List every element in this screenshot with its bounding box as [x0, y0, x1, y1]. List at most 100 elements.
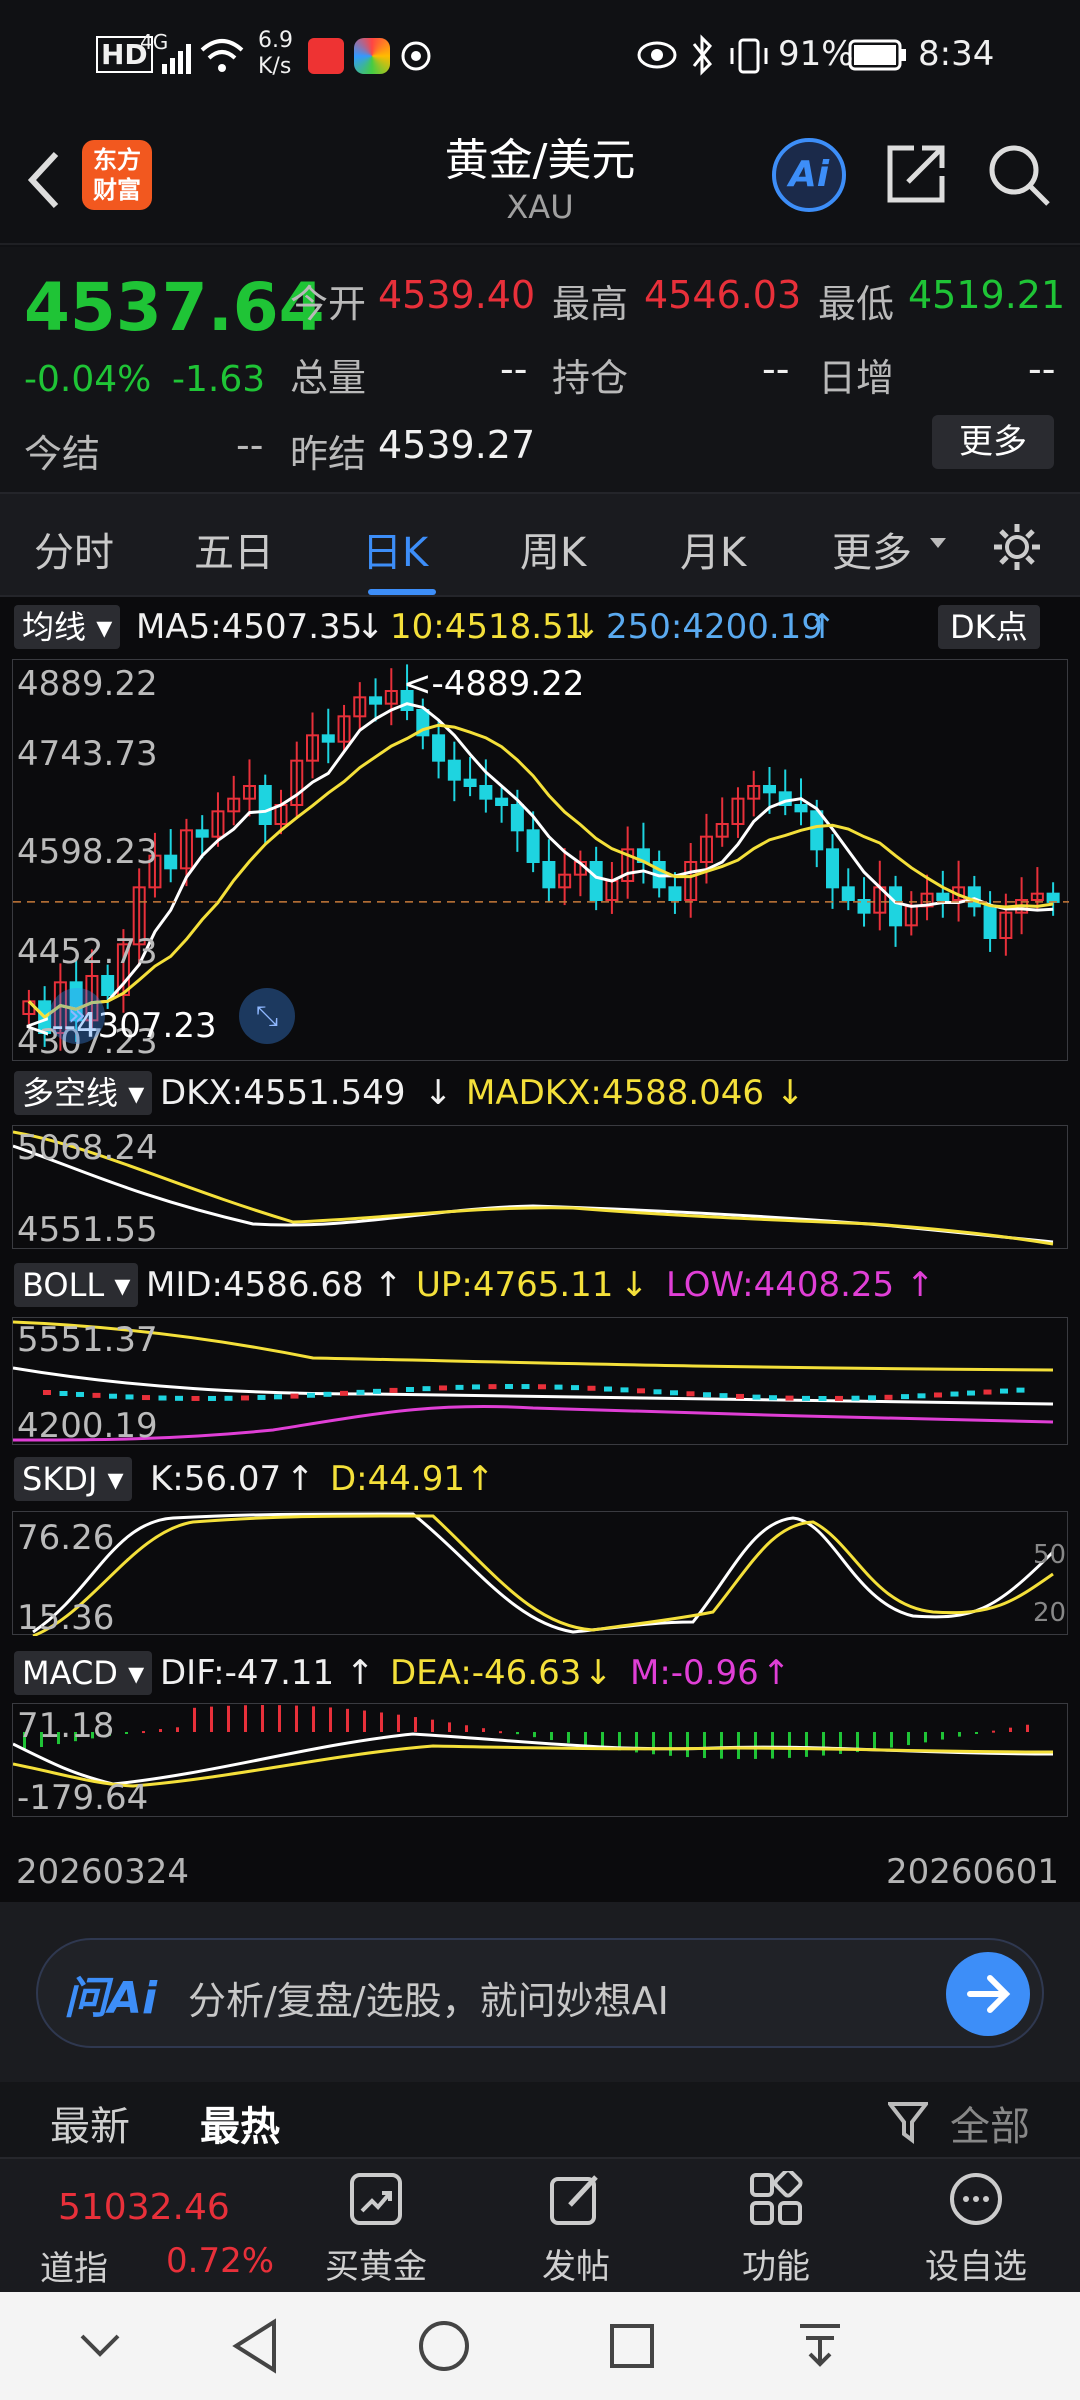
macd-chart — [13, 1705, 1054, 1788]
chevron-down-icon[interactable] — [78, 2326, 122, 2366]
skdj-ref-50: 50 — [1033, 1540, 1067, 1570]
last-price: 4537.64 — [24, 269, 325, 346]
add-watchlist-button[interactable]: 设自选 — [876, 2159, 1076, 2294]
search-icon[interactable] — [986, 142, 1052, 208]
open-label: 今开 — [290, 282, 367, 326]
boll-up-value: UP:4765.11 — [416, 1265, 614, 1305]
tab-more[interactable]: 更多 — [832, 520, 912, 578]
post-label: 发帖 — [542, 2247, 610, 2287]
filter-icon[interactable] — [888, 2100, 928, 2144]
ai-search-input[interactable]: 问Ai 分析/复盘/选股，就问妙想AI — [36, 1938, 1044, 2048]
kline-y-label-0: 4889.22 — [17, 664, 158, 704]
bottom-toolbar: 51032.46 道指 0.72% 买黄金 发帖 功能 设自选 — [0, 2157, 1080, 2292]
tab-monthly-k[interactable]: 月K — [680, 520, 746, 578]
edit-icon — [550, 2175, 598, 2225]
more-quote-button[interactable]: 更多 — [932, 415, 1054, 469]
boll-chart — [13, 1320, 1054, 1442]
macd-m-arrow: ↑ — [762, 1653, 791, 1693]
ma5-value: MA5:4507.35 — [136, 607, 363, 647]
filter-all-label[interactable]: 全部 — [950, 2094, 1030, 2152]
dkx-y-top: 5068.24 — [17, 1128, 158, 1168]
signal-icon — [162, 44, 191, 74]
ai-assistant-button[interactable]: Ai — [772, 138, 846, 212]
hotspot-icon — [401, 41, 431, 71]
high-label: 最高 — [552, 282, 629, 326]
app-icon — [354, 38, 390, 74]
kline-y-label-3: 4452.73 — [17, 932, 158, 972]
gear-icon[interactable] — [990, 520, 1044, 574]
net-speed-value: 6.9 — [258, 28, 293, 53]
ai-send-button[interactable] — [946, 1952, 1030, 2036]
clock: 8:34 — [918, 34, 995, 74]
period-tabs: 分时 五日 日K 周K 月K 更多 — [0, 492, 1080, 597]
buy-gold-label: 买黄金 — [325, 2247, 427, 2287]
settle-value: -- — [236, 423, 264, 467]
skdj-d-value: D:44.91 — [330, 1459, 465, 1499]
skdj-selector[interactable]: SKDJ ▾ — [14, 1457, 132, 1501]
candlestick-chart[interactable] — [13, 660, 1069, 1062]
tab-daily-k[interactable]: 日K — [362, 520, 428, 578]
app-header: 东方 财富 黄金/美元 XAU Ai — [0, 110, 1080, 245]
max-price-marker: <-4889.22 — [403, 664, 585, 704]
chart-up-icon — [350, 2173, 402, 2225]
skdj-d-arrow: ↑ — [466, 1459, 495, 1499]
share-icon[interactable] — [884, 142, 948, 206]
post-button[interactable]: 发帖 — [476, 2159, 676, 2294]
settle-label: 今结 — [24, 432, 101, 476]
index-name: 道指 — [40, 2249, 108, 2289]
skdj-y-top: 76.26 — [17, 1518, 115, 1558]
vibrate-icon — [730, 38, 768, 74]
eye-icon — [637, 41, 677, 69]
boll-low-arrow: ↑ — [906, 1265, 935, 1305]
ai-brand-label: 问Ai — [64, 1973, 158, 2024]
macd-indicator-row: MACD ▾ DIF:-47.11 ↑ DEA:-46.63 ↓ M:-0.96… — [0, 1649, 1080, 1697]
toutiao-app-icon — [308, 38, 344, 74]
functions-label: 功能 — [742, 2247, 810, 2287]
tab-latest[interactable]: 最新 — [50, 2094, 130, 2152]
dkx-y-bottom: 4551.55 — [17, 1210, 158, 1250]
system-nav-bar — [0, 2292, 1080, 2400]
buy-gold-button[interactable]: 买黄金 — [276, 2159, 476, 2294]
skdj-k-value: K:56.07 — [150, 1459, 282, 1499]
ma5-arrow: ↓ — [356, 607, 385, 647]
ma250-arrow: ↑ — [808, 607, 837, 647]
recents-square-icon[interactable] — [608, 2322, 656, 2370]
macd-selector[interactable]: MACD ▾ — [14, 1651, 153, 1695]
ma-selector[interactable]: 均线 ▾ — [14, 605, 121, 649]
index-ticker[interactable]: 51032.46 道指 0.72% — [0, 2159, 280, 2294]
prev-settle-label: 昨结 — [290, 432, 367, 476]
change-percent: -0.04% — [24, 359, 152, 400]
boll-selector[interactable]: BOLL ▾ — [14, 1263, 139, 1307]
dkx-selector[interactable]: 多空线 ▾ — [14, 1071, 153, 1115]
tab-five-day[interactable]: 五日 — [194, 520, 274, 578]
macd-dea-value: DEA:-46.63 — [390, 1653, 582, 1693]
madkx-arrow: ↓ — [776, 1073, 805, 1113]
tab-hottest[interactable]: 最热 — [200, 2094, 280, 2152]
end-date: 20260601 — [886, 1852, 1060, 1892]
prev-settle-value: 4539.27 — [378, 423, 536, 467]
boll-low-value: LOW:4408.25 — [666, 1265, 895, 1305]
back-triangle-icon[interactable] — [230, 2318, 280, 2374]
boll-up-arrow: ↓ — [620, 1265, 649, 1305]
tab-minute[interactable]: 分时 — [34, 520, 114, 578]
functions-button[interactable]: 功能 — [676, 2159, 876, 2294]
watchlist-label: 设自选 — [925, 2247, 1027, 2287]
volume-value: -- — [500, 347, 528, 391]
ma10-arrow: ↓ — [572, 607, 601, 647]
dk-point-button[interactable]: DK点 — [938, 605, 1040, 649]
wifi-icon — [200, 39, 244, 72]
active-tab-indicator — [368, 589, 436, 595]
macd-y-bottom: -179.64 — [17, 1778, 149, 1818]
position-value: -- — [762, 347, 790, 391]
position-label: 持仓 — [552, 356, 629, 400]
bluetooth-icon — [692, 34, 713, 76]
home-circle-icon[interactable] — [416, 2318, 472, 2374]
boll-y-bottom: 4200.19 — [17, 1406, 158, 1446]
fullscreen-button[interactable]: ⤡ — [239, 988, 295, 1044]
download-tray-icon[interactable] — [796, 2320, 844, 2372]
more-dots-icon — [950, 2173, 1002, 2225]
scroll-left-button[interactable]: » — [49, 988, 105, 1044]
skdj-panel: 76.26 15.36 50 20 — [12, 1511, 1068, 1638]
tab-weekly-k[interactable]: 周K — [520, 520, 586, 578]
skdj-k-arrow: ↑ — [286, 1459, 315, 1499]
